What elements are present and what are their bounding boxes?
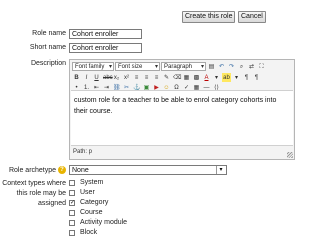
editor-path: Path: p — [73, 149, 93, 155]
highlight-icon[interactable]: ab — [222, 73, 231, 82]
resize-grip-icon[interactable] — [287, 152, 293, 158]
superscript-icon[interactable]: x² — [122, 73, 131, 82]
align-center-icon[interactable]: ≡ — [142, 73, 151, 82]
underline-icon[interactable]: U — [92, 73, 101, 82]
pasteword-icon[interactable]: ▩ — [192, 73, 201, 82]
checkbox-system[interactable] — [69, 180, 75, 186]
checkbox-category-label: Category — [80, 199, 109, 206]
description-label: Description — [30, 60, 66, 67]
align-right-icon[interactable]: ≡ — [152, 73, 161, 82]
checkbox-block-label: Block — [80, 229, 98, 236]
role-name-input[interactable]: Cohort enroller — [69, 29, 142, 39]
align-left-icon[interactable]: ≡ — [132, 73, 141, 82]
subscript-icon[interactable]: x₂ — [112, 73, 121, 82]
font-family-select[interactable]: Font family — [72, 62, 114, 72]
strikethrough-icon[interactable]: abc — [102, 73, 113, 82]
remove-format-icon[interactable]: ⌫ — [172, 73, 181, 82]
redo-icon[interactable]: ↷ — [227, 62, 236, 71]
checkbox-course-label: Course — [80, 209, 103, 216]
editor-toolbar-row-2: B I U abc x₂ x² ≡ ≡ ≡ ✎ ⌫ ▦ ▩ A ▾ ab ▾ ¶… — [72, 73, 261, 83]
checkbox-user-label: User — [80, 189, 95, 196]
help-icon[interactable]: ? — [58, 166, 66, 174]
archetype-label: Role archetype — [8, 166, 57, 174]
text-color-icon[interactable]: A — [202, 73, 211, 82]
short-name-label: Short name — [29, 44, 66, 51]
pastetext-icon[interactable]: ▦ — [182, 73, 191, 82]
undo-icon[interactable]: ↶ — [217, 62, 226, 71]
replace-icon[interactable]: ⇄ — [247, 62, 256, 71]
rtl-icon[interactable]: ¶ — [252, 73, 261, 82]
cancel-button[interactable]: Cancel — [238, 11, 266, 23]
checkbox-activity-module[interactable] — [69, 220, 75, 226]
archetype-select[interactable]: None ▾ — [69, 165, 227, 175]
italic-icon[interactable]: I — [82, 73, 91, 82]
checkbox-block[interactable] — [69, 230, 75, 236]
checkbox-course[interactable] — [69, 210, 75, 216]
checkbox-user[interactable] — [69, 190, 75, 196]
format-select[interactable]: Paragraph — [161, 62, 206, 72]
paste-icon[interactable]: ▤ — [207, 62, 216, 71]
create-role-button[interactable]: Create this role — [182, 11, 236, 23]
editor-content-area[interactable]: custom role for a teacher to be able to … — [71, 90, 293, 146]
short-name-input[interactable]: Cohort enroller — [69, 43, 142, 53]
description-editor: Font family Font size Paragraph ▤ ↶ ↷ ⌕ … — [69, 59, 295, 160]
archetype-value: None — [72, 167, 89, 174]
font-size-select[interactable]: Font size — [115, 62, 160, 72]
find-icon[interactable]: ⌕ — [237, 62, 246, 71]
cleanup-icon[interactable]: ✎ — [162, 73, 171, 82]
editor-toolbar-row-1: Font family Font size Paragraph ▤ ↶ ↷ ⌕ … — [72, 62, 266, 72]
checkbox-system-label: System — [80, 179, 104, 186]
chevron-down-icon: ▾ — [216, 166, 225, 174]
text-color-dropdown-icon[interactable]: ▾ — [212, 73, 221, 82]
highlight-dropdown-icon[interactable]: ▾ — [232, 73, 241, 82]
context-types-label: Context types where this role may be ass… — [2, 180, 66, 207]
role-name-label: Role name — [32, 30, 66, 37]
ltr-icon[interactable]: ¶ — [242, 73, 251, 82]
checkbox-activity-module-label: Activity module — [80, 219, 128, 226]
fullscreen-icon[interactable]: ⛶ — [257, 62, 266, 71]
archetype-label-wrap: Role archetype ? — [9, 166, 66, 174]
bold-icon[interactable]: B — [72, 73, 81, 82]
checkbox-category[interactable]: ✓ — [69, 200, 75, 206]
